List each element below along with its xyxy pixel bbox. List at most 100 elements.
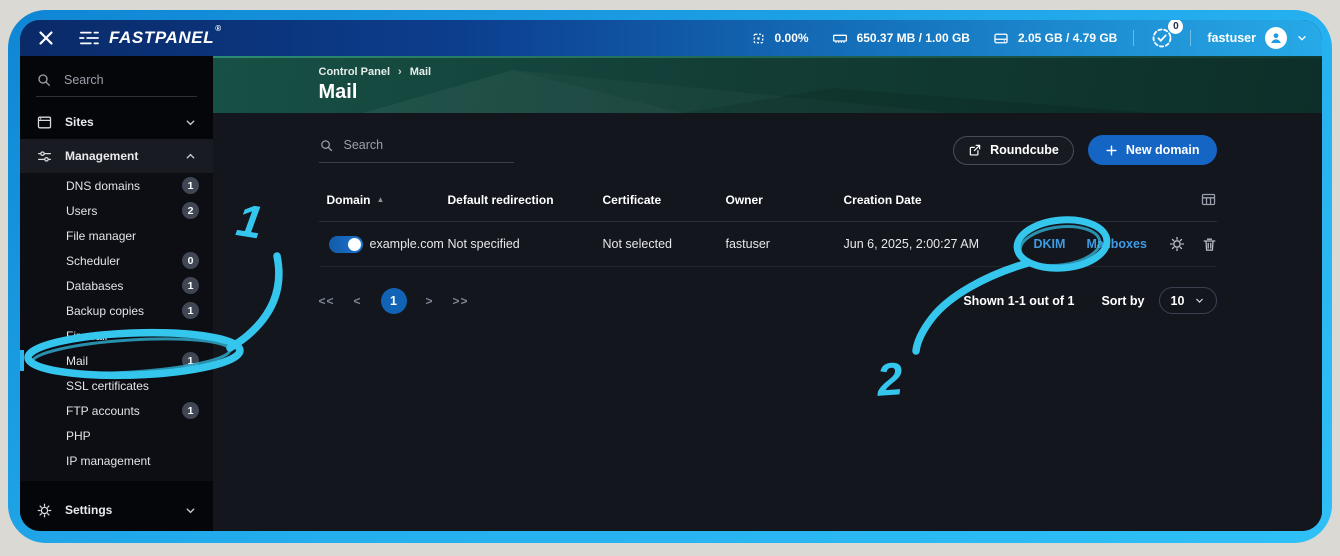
column-settings-icon[interactable] — [1200, 191, 1217, 208]
column-label: Domain — [327, 193, 371, 207]
first-page-button[interactable]: << — [319, 294, 335, 308]
cpu-usage-stat: 0.00% — [750, 30, 809, 47]
domain-cell: example.com — [319, 236, 448, 253]
sidebar-item-backup-copies[interactable]: Backup copies 1 — [20, 298, 213, 323]
count-badge: 1 — [182, 177, 199, 194]
sidebar-item-label: Mail — [66, 354, 88, 368]
search-icon — [36, 72, 52, 88]
certificate-cell: Not selected — [603, 237, 726, 251]
sidebar-search[interactable] — [36, 72, 197, 97]
trash-icon[interactable] — [1201, 236, 1218, 253]
sidebar-item-label: IP management — [66, 454, 151, 468]
redirection-cell: Not specified — [448, 237, 603, 251]
column-header-redirection[interactable]: Default redirection — [448, 193, 603, 207]
roundcube-button[interactable]: Roundcube — [953, 136, 1074, 165]
brand-logo[interactable]: FASTPANEL® — [78, 28, 222, 48]
sidebar-item-file-manager[interactable]: File manager — [20, 223, 213, 248]
sidebar-item-scheduler[interactable]: Scheduler 0 — [20, 248, 213, 273]
domain-search-input[interactable] — [344, 138, 494, 152]
sidebar-item-label: Firewall — [66, 329, 107, 343]
sidebar-item-management[interactable]: Management — [20, 139, 213, 173]
topbar: FASTPANEL® 0.00% 650.37 MB / 1.00 GB — [20, 20, 1322, 56]
memory-stat: 650.37 MB / 1.00 GB — [831, 30, 970, 47]
sidebar-item-sites[interactable]: Sites — [20, 105, 213, 139]
topbar-stats: 0.00% 650.37 MB / 1.00 GB 2.05 GB / 4.79… — [728, 26, 1308, 50]
column-header-certificate[interactable]: Certificate — [603, 193, 726, 207]
count-badge: 1 — [182, 302, 199, 319]
sidebar-item-label: Users — [66, 204, 97, 218]
memory-value: 650.37 MB / 1.00 GB — [857, 31, 970, 45]
column-header-domain[interactable]: Domain ▲ — [319, 193, 448, 207]
search-icon — [319, 138, 334, 153]
domain-enabled-toggle[interactable] — [329, 236, 363, 253]
topbar-divider — [1190, 30, 1191, 46]
close-icon[interactable] — [38, 30, 54, 46]
column-header-created[interactable]: Creation Date — [844, 193, 1034, 207]
fastpanel-app-window: FASTPANEL® 0.00% 650.37 MB / 1.00 GB — [20, 20, 1322, 531]
page-title: Mail — [319, 81, 1217, 104]
sidebar-item-label: Backup copies — [66, 304, 144, 318]
table-row: example.com Not specified Not selected f… — [319, 222, 1217, 267]
chevron-up-icon — [184, 150, 197, 163]
column-header-owner[interactable]: Owner — [726, 193, 844, 207]
prev-page-button[interactable]: < — [354, 294, 362, 308]
sidebar-item-php[interactable]: PHP — [20, 423, 213, 448]
dkim-link[interactable]: DKIM — [1034, 237, 1066, 251]
mailboxes-link[interactable]: Mailboxes — [1086, 237, 1146, 251]
sidebar-item-label: Settings — [65, 503, 112, 517]
sidebar-item-label: File manager — [66, 229, 136, 243]
toggle-knob — [348, 238, 361, 251]
sidebar-item-databases[interactable]: Databases1 — [20, 273, 213, 298]
breadcrumb-current: Mail — [410, 66, 431, 78]
page-header-banner: Control Panel › Mail Mail — [213, 56, 1322, 113]
chevron-down-icon — [1194, 295, 1205, 306]
sidebar-item-firewall[interactable]: Firewall — [20, 323, 213, 348]
sidebar-item-mail[interactable]: Mail1 — [20, 348, 213, 373]
sidebar-item-ssl-certificates[interactable]: SSL certificates — [20, 373, 213, 398]
sidebar-item-label: Management — [65, 149, 138, 163]
ram-icon — [831, 30, 849, 47]
sidebar-search-input[interactable] — [64, 73, 184, 87]
chevron-down-icon — [1296, 32, 1308, 44]
sidebar-item-ftp-accounts[interactable]: FTP accounts1 — [20, 398, 213, 423]
last-page-button[interactable]: >> — [453, 294, 469, 308]
breadcrumb-root[interactable]: Control Panel — [319, 66, 391, 78]
sort-asc-icon: ▲ — [377, 195, 385, 204]
sidebar-item-label: Scheduler — [66, 254, 120, 268]
next-page-button[interactable]: > — [426, 294, 434, 308]
disk-value: 2.05 GB / 4.79 GB — [1018, 31, 1117, 45]
sidebar-item-users[interactable]: Users2 — [20, 198, 213, 223]
count-badge: 0 — [182, 252, 199, 269]
sidebar-item-label: Databases — [66, 279, 123, 293]
breadcrumb: Control Panel › Mail — [319, 56, 1217, 78]
username: fastuser — [1207, 31, 1256, 45]
sidebar-item-dns-domains[interactable]: DNS domains1 — [20, 173, 213, 198]
pagination: << < 1 > >> Shown 1-1 out of 1 Sort by 1… — [319, 287, 1217, 314]
breadcrumb-separator: › — [398, 66, 402, 78]
current-page-button[interactable]: 1 — [381, 288, 407, 314]
cpu-icon — [750, 30, 767, 47]
sliders-icon — [36, 148, 53, 165]
gear-icon[interactable] — [1168, 235, 1186, 253]
new-domain-label: New domain — [1126, 143, 1200, 157]
new-domain-button[interactable]: New domain — [1088, 135, 1217, 165]
page-size-value: 10 — [1171, 294, 1185, 308]
toolbar: Roundcube New domain — [319, 135, 1217, 165]
tasks-count-badge: 0 — [1168, 20, 1183, 34]
page-size-select[interactable]: 10 — [1159, 287, 1217, 314]
domain-name[interactable]: example.com — [370, 237, 444, 251]
sidebar: Sites Management DNS domains1 Users2 — [20, 56, 213, 531]
user-menu[interactable]: fastuser — [1207, 27, 1308, 49]
sidebar-item-label: SSL certificates — [66, 379, 149, 393]
gear-icon — [36, 502, 53, 519]
tasks-button[interactable]: 0 — [1150, 26, 1174, 50]
domain-search[interactable] — [319, 138, 514, 163]
sidebar-item-settings[interactable]: Settings — [20, 493, 213, 527]
main-content: Control Panel › Mail Mail — [213, 56, 1322, 531]
chevron-down-icon — [184, 116, 197, 129]
disk-icon — [992, 30, 1010, 47]
sidebar-item-label: FTP accounts — [66, 404, 140, 418]
external-link-icon — [968, 143, 982, 157]
sidebar-item-label: Sites — [65, 115, 94, 129]
sidebar-item-ip-management[interactable]: IP management — [20, 448, 213, 473]
